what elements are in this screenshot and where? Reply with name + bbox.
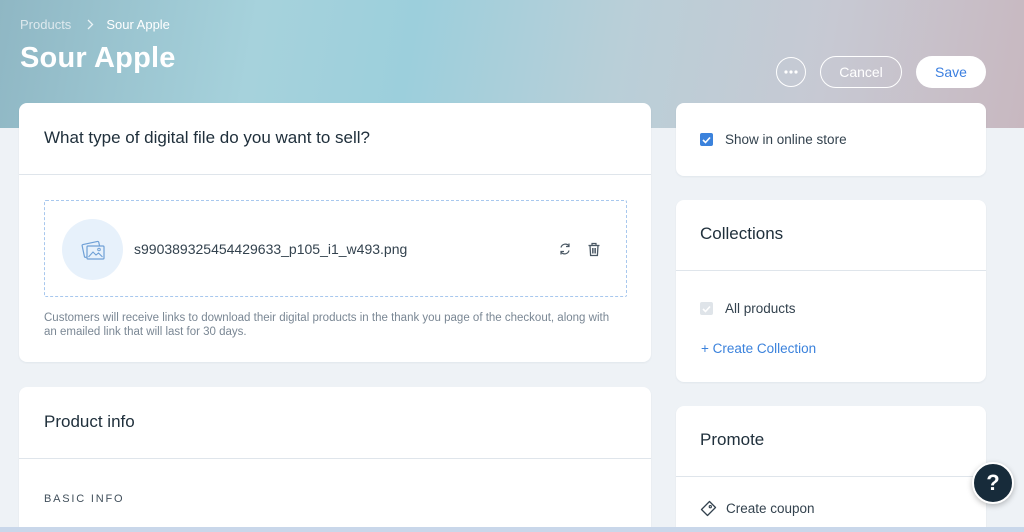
- file-name: s990389325454429633_p105_i1_w493.png: [134, 241, 408, 257]
- product-info-card: Product info BASIC INFO: [19, 387, 651, 532]
- header-actions: Cancel Save: [776, 56, 986, 88]
- page-title: Sour Apple: [20, 42, 176, 74]
- digital-file-title: What type of digital file do you want to…: [44, 128, 371, 147]
- collections-title: Collections: [700, 224, 784, 243]
- breadcrumb-current: Sour Apple: [106, 17, 170, 32]
- promote-card: Promote Create coupon: [676, 406, 986, 532]
- trash-icon[interactable]: [584, 239, 604, 259]
- replace-icon[interactable]: [555, 239, 575, 259]
- download-helper-text: Customers will receive links to download…: [44, 312, 610, 338]
- all-products-label: All products: [725, 301, 796, 316]
- show-in-store-label: Show in online store: [725, 132, 847, 147]
- file-upload-box[interactable]: s990389325454429633_p105_i1_w493.png: [44, 200, 627, 297]
- ticket-icon: [700, 500, 717, 517]
- help-button[interactable]: ?: [972, 462, 1014, 504]
- breadcrumb: Products Sour Apple: [20, 17, 170, 32]
- image-icon: [62, 219, 123, 280]
- bottom-scroll-edge: [0, 527, 1024, 532]
- create-coupon-label: Create coupon: [726, 501, 815, 516]
- promote-title: Promote: [700, 430, 765, 449]
- show-in-store-checkbox[interactable]: [700, 133, 713, 146]
- divider: [19, 458, 651, 459]
- divider: [19, 174, 651, 175]
- divider: [676, 476, 986, 477]
- all-products-checkbox: [700, 302, 713, 315]
- save-button[interactable]: Save: [916, 56, 986, 88]
- basic-info-heading: BASIC INFO: [44, 493, 125, 505]
- breadcrumb-products-link[interactable]: Products: [20, 17, 71, 32]
- visibility-card: Show in online store: [676, 103, 986, 176]
- more-actions-button[interactable]: [776, 57, 806, 87]
- ellipsis-icon: [784, 70, 798, 74]
- create-collection-link[interactable]: + Create Collection: [701, 341, 816, 356]
- divider: [676, 270, 986, 271]
- check-icon: [702, 136, 711, 144]
- create-coupon-button[interactable]: Create coupon: [700, 500, 815, 517]
- product-info-title: Product info: [44, 412, 135, 431]
- cancel-button[interactable]: Cancel: [820, 56, 902, 88]
- digital-file-card: What type of digital file do you want to…: [19, 103, 651, 362]
- collections-card: Collections All products + Create Collec…: [676, 200, 986, 382]
- check-icon: [702, 305, 711, 313]
- chevron-right-icon: [87, 19, 94, 30]
